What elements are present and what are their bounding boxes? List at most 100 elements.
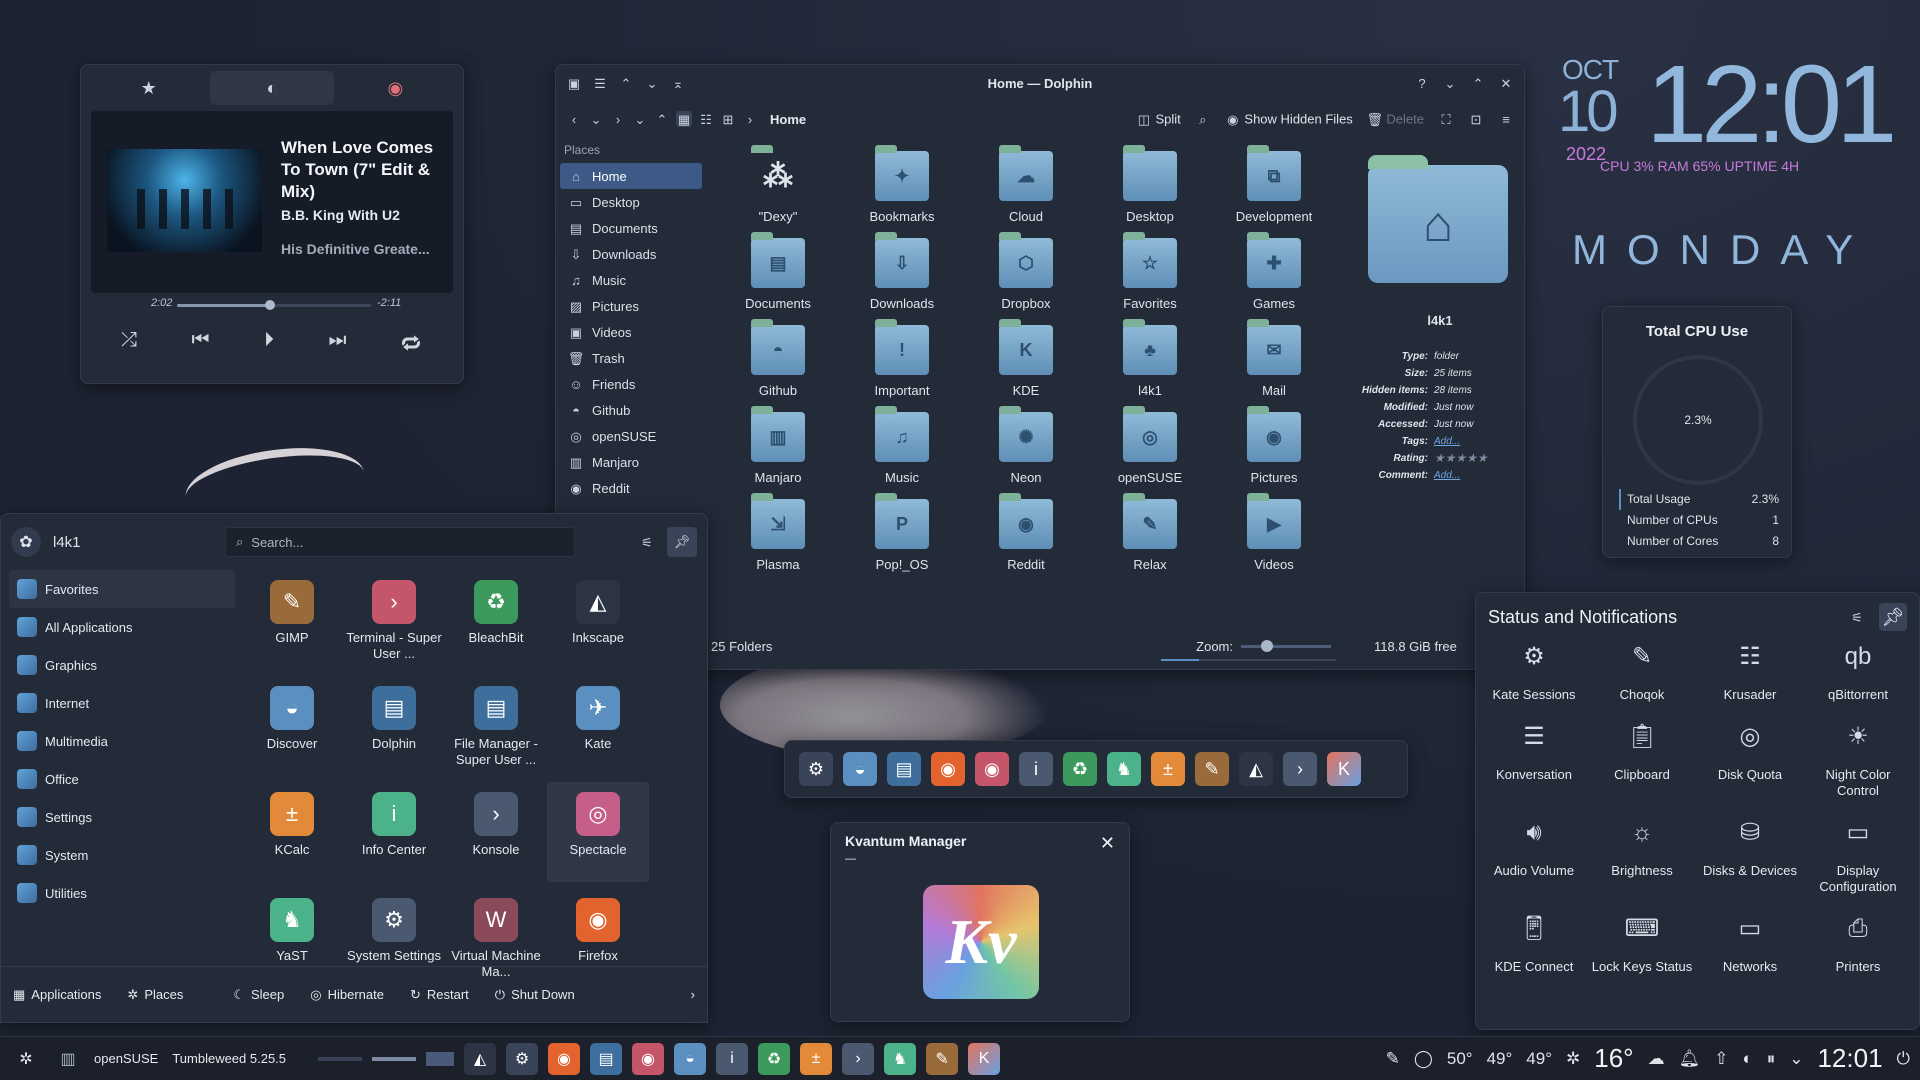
zoom-slider[interactable] <box>1241 640 1331 652</box>
zoom-handle[interactable] <box>1261 640 1273 652</box>
sleep-button[interactable]: ☾ Sleep <box>233 987 284 1003</box>
folder-item[interactable]: ✺ Neon <box>964 406 1088 485</box>
forward-icon[interactable]: › <box>610 111 626 127</box>
tray-item[interactable]: ☀ Night Color Control <box>1804 725 1912 799</box>
app-item[interactable]: ◎ Spectacle <box>547 782 649 882</box>
category-item[interactable]: All Applications <box>9 608 235 646</box>
inkscape-dock-icon[interactable]: ◭ <box>1239 752 1273 786</box>
folder-item[interactable]: ☁ Cloud <box>964 145 1088 224</box>
more-button[interactable]: › <box>691 987 695 1002</box>
bell-icon[interactable]: 🔔︎ <box>1679 1049 1701 1069</box>
app-item[interactable]: ▤ File Manager - Super User ... <box>445 676 547 776</box>
folder-item[interactable]: ✦ Bookmarks <box>840 145 964 224</box>
tray-item[interactable]: ☼ Brightness <box>1588 821 1696 895</box>
bleachbit-task-icon[interactable]: ♻ <box>758 1042 791 1075</box>
folder-item[interactable]: ⇲ Plasma <box>716 493 840 572</box>
app-item[interactable]: › Terminal - Super User ... <box>343 570 445 670</box>
kcalc-task-icon[interactable]: ± <box>800 1042 833 1075</box>
workspace-1[interactable] <box>318 1056 363 1061</box>
shutdown-button[interactable]: ⏻ Shut Down <box>495 987 575 1003</box>
folder-item[interactable]: ◎ openSUSE <box>1088 406 1212 485</box>
settings-sliders-icon[interactable]: ⚟ <box>1849 609 1865 625</box>
icons-view-icon[interactable]: ▦ <box>676 111 692 127</box>
keep-below-icon[interactable]: ⌄ <box>644 75 660 91</box>
media-icon[interactable]: ◐ <box>1742 1049 1752 1069</box>
menu-icon[interactable]: ☰ <box>592 75 608 91</box>
hibernate-button[interactable]: ◎ Hibernate <box>310 987 384 1003</box>
player-dock-icon[interactable]: ◉ <box>975 752 1009 786</box>
app-item[interactable]: ✎ GIMP <box>241 570 343 670</box>
place-item[interactable]: ▭ Desktop <box>560 189 702 215</box>
place-item[interactable]: ◉ Reddit <box>560 475 702 501</box>
dolphin-task-icon[interactable]: ▤ <box>590 1042 623 1075</box>
place-item[interactable]: ⇩ Downloads <box>560 241 702 267</box>
folder-item[interactable]: ✉ Mail <box>1212 319 1336 398</box>
update-icon[interactable]: ⇧ <box>1714 1049 1728 1069</box>
bleachbit-dock-icon[interactable]: ♻ <box>1063 752 1097 786</box>
settings-dock-icon[interactable]: ⚙ <box>799 752 833 786</box>
pager-icon[interactable]: ▥ <box>52 1043 84 1075</box>
info-center-dock-icon[interactable]: i <box>1019 752 1053 786</box>
split-button[interactable]: ◫ Split <box>1136 111 1181 127</box>
chevron-down-icon[interactable]: ⌄ <box>1789 1049 1803 1069</box>
yast-dock-icon[interactable]: ♞ <box>1107 752 1141 786</box>
app-item[interactable]: ✈ Kate <box>547 676 649 776</box>
back-history-icon[interactable]: ⌄ <box>588 111 604 127</box>
hamburger-menu-icon[interactable]: ≡ <box>1498 111 1514 127</box>
place-item[interactable]: ▣ Videos <box>560 319 702 345</box>
minimize-icon[interactable]: ⌄ <box>1442 75 1458 91</box>
tray-item[interactable]: ✎ Choqok <box>1588 645 1696 703</box>
tray-item[interactable]: 🔊︎ Audio Volume <box>1480 821 1588 895</box>
place-item[interactable]: ◎ openSUSE <box>560 423 702 449</box>
discover-dock-icon[interactable]: ◒ <box>843 752 877 786</box>
folder-item[interactable]: ! Important <box>840 319 964 398</box>
gimp-dock-icon[interactable]: ✎ <box>1195 752 1229 786</box>
folder-item[interactable]: ⇩ Downloads <box>840 232 964 311</box>
power-icon[interactable]: ⏻ <box>1897 1049 1910 1069</box>
now-playing-tab[interactable]: ◐ <box>210 71 334 105</box>
category-item[interactable]: System <box>9 836 235 874</box>
maximize-icon[interactable]: ⌃ <box>1470 75 1486 91</box>
folder-item[interactable]: ◉ Pictures <box>1212 406 1336 485</box>
place-item[interactable]: ⌂ Home <box>560 163 702 189</box>
tray-item[interactable]: ⛁ Disks & Devices <box>1696 821 1804 895</box>
category-item[interactable]: Graphics <box>9 646 235 684</box>
app-item[interactable]: ▤ Dolphin <box>343 676 445 776</box>
seek-handle[interactable] <box>265 300 276 310</box>
folder-item[interactable]: ▤ Documents <box>716 232 840 311</box>
launcher-icon[interactable]: ✲ <box>10 1043 42 1075</box>
tray-item[interactable]: qb qBittorrent <box>1804 645 1912 703</box>
settings-task-icon[interactable]: ⚙ <box>506 1042 539 1075</box>
app-item[interactable]: i Info Center <box>343 782 445 882</box>
category-item[interactable]: Multimedia <box>9 722 235 760</box>
rating-stars[interactable]: ★★★★★ <box>1434 450 1488 467</box>
app-item[interactable]: ◒ Discover <box>241 676 343 776</box>
konsole-task-icon[interactable]: › <box>842 1042 875 1075</box>
cloud-icon[interactable]: ☁ <box>1648 1049 1665 1069</box>
category-item[interactable]: Utilities <box>9 874 235 912</box>
keep-above-icon[interactable]: ⌃ <box>618 75 634 91</box>
compact-view-icon[interactable]: ⊞ <box>720 111 736 127</box>
tray-item[interactable]: ▭ Display Configuration <box>1804 821 1912 895</box>
player-task-icon[interactable]: ◉ <box>632 1042 665 1075</box>
tray-item[interactable]: ⌨ Lock Keys Status <box>1588 917 1696 975</box>
help-icon[interactable]: ? <box>1414 75 1430 91</box>
folder-item[interactable]: ◉ Reddit <box>964 493 1088 572</box>
tray-item[interactable]: ⚙ Kate Sessions <box>1480 645 1588 703</box>
place-item[interactable]: ♫ Music <box>560 267 702 293</box>
play-icon[interactable]: ⏵ <box>264 329 274 358</box>
breadcrumb-home[interactable]: Home <box>770 112 806 127</box>
tray-item[interactable]: 📱︎ KDE Connect <box>1480 917 1588 975</box>
avatar[interactable]: ✿ <box>11 527 41 557</box>
folder-item[interactable]: K KDE <box>964 319 1088 398</box>
seek-bar[interactable] <box>177 300 371 310</box>
forward-history-icon[interactable]: ⌄ <box>632 111 648 127</box>
gimp-task-icon[interactable]: ✎ <box>926 1042 959 1075</box>
repeat-icon[interactable]: 🔁︎ <box>401 329 421 358</box>
next-icon[interactable]: ⏭ <box>329 329 347 358</box>
folder-item[interactable]: ☆ Favorites <box>1088 232 1212 311</box>
folder-item[interactable]: ⬡ Dropbox <box>964 232 1088 311</box>
firefox-task-icon[interactable]: ◉ <box>548 1042 581 1075</box>
search-input[interactable]: ⌕ Search... <box>225 527 575 557</box>
category-item[interactable]: Favorites <box>9 570 235 608</box>
